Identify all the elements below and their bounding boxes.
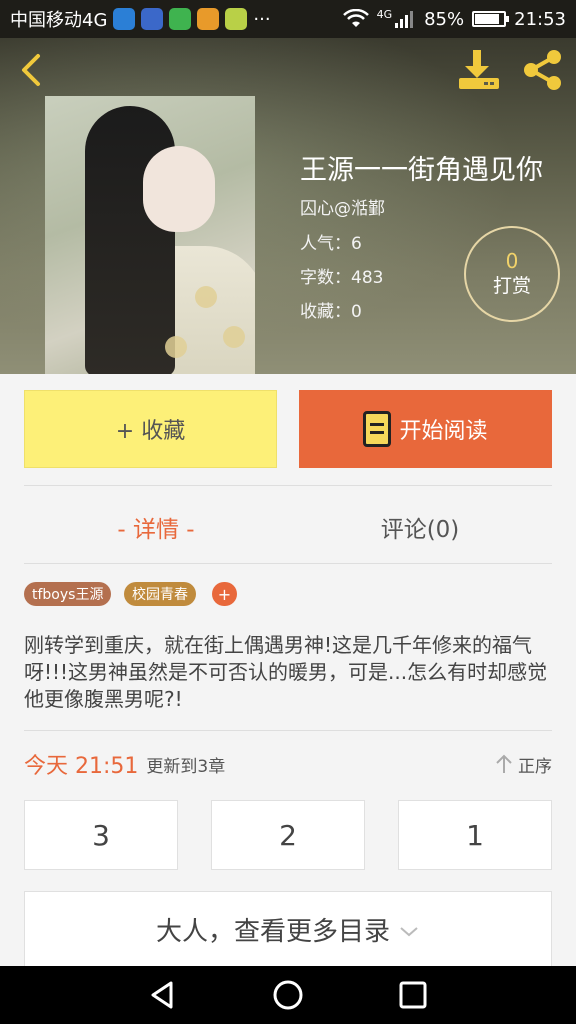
download-icon[interactable]: [456, 48, 502, 92]
chapter-button[interactable]: 3: [24, 800, 178, 870]
share-icon[interactable]: [520, 48, 566, 92]
view-more-catalog-button[interactable]: 大人，查看更多目录: [24, 891, 552, 967]
signal-icon: [395, 11, 414, 28]
sort-label: 正序: [518, 756, 552, 777]
start-reading-button[interactable]: 开始阅读: [299, 390, 552, 468]
cover-flower: [223, 326, 245, 348]
start-reading-label: 开始阅读: [399, 419, 488, 444]
favorites-stat: 收藏：0: [300, 302, 362, 322]
status-bar: 中国移动4G ··· 4G 85% 21:53: [0, 0, 576, 38]
cover-face: [143, 146, 215, 232]
sort-arrow-icon: [496, 754, 512, 773]
system-nav-bar: [0, 966, 576, 1024]
chapter-button[interactable]: 2: [211, 800, 365, 870]
network-type-label: 4G: [376, 7, 393, 21]
calculator-app-icon: [197, 8, 220, 30]
chapter-button[interactable]: 1: [398, 800, 552, 870]
tag-campus[interactable]: 校园青春: [124, 582, 196, 606]
add-favorite-button[interactable]: + 收藏: [24, 390, 277, 468]
more-notifications-icon: ···: [253, 8, 271, 30]
battery-icon: [472, 11, 510, 27]
update-time: 今天 21:51: [24, 754, 139, 779]
nav-home-icon[interactable]: [270, 977, 306, 1013]
popularity-stat: 人气：6: [300, 234, 362, 254]
add-tag-button[interactable]: +: [212, 582, 237, 606]
update-text: 更新到3章: [146, 756, 226, 777]
clock: 21:53: [514, 8, 566, 30]
gallery-app-icon: [141, 8, 164, 30]
author-name[interactable]: 囚心@湉鄞: [300, 194, 385, 219]
book-title: 王源一一街角遇见你: [300, 155, 543, 186]
nav-recents-icon[interactable]: [395, 977, 431, 1013]
view-more-label: 大人，查看更多目录: [155, 916, 390, 947]
game-app-icon: [225, 8, 248, 30]
battery-fill: [475, 14, 499, 24]
word-count-stat: 字数：483: [300, 268, 384, 288]
chevron-down-icon: [400, 927, 418, 937]
wechat-icon: [169, 8, 192, 30]
tab-comments[interactable]: 评论(0): [288, 505, 552, 549]
cover-flower: [165, 336, 187, 358]
wifi-icon: [342, 9, 369, 27]
battery-percent: 85%: [424, 8, 465, 30]
divider: [24, 485, 552, 486]
cover-flower: [195, 286, 217, 308]
nav-back-icon[interactable]: [145, 977, 181, 1013]
cover-hair: [85, 106, 175, 374]
sort-toggle[interactable]: 正序: [494, 752, 552, 777]
update-info: 今天 21:51 更新到3章 正序: [24, 748, 552, 780]
reward-button[interactable]: 0 打赏: [464, 226, 560, 322]
divider: [24, 730, 552, 731]
moon-app-icon: [113, 8, 136, 30]
tag-tfboys[interactable]: tfboys王源: [24, 582, 112, 606]
book-description: 刚转学到重庆，就在街上偶遇男神!这是几千年修来的福气呀!!!这男神虽然是不可否认…: [24, 633, 548, 711]
carrier-label: 中国移动4G: [10, 10, 108, 31]
tab-details[interactable]: - 详情 -: [24, 505, 288, 549]
back-arrow-icon[interactable]: [14, 50, 50, 90]
reward-count: 0: [505, 249, 519, 273]
reward-label: 打赏: [492, 275, 531, 297]
book-icon: [363, 411, 392, 447]
book-header: 王源一一街角遇见你 囚心@湉鄞 人气：6 字数：483 收藏：0 0 打赏: [0, 38, 576, 374]
book-cover-image[interactable]: [45, 96, 255, 374]
divider: [24, 563, 552, 564]
